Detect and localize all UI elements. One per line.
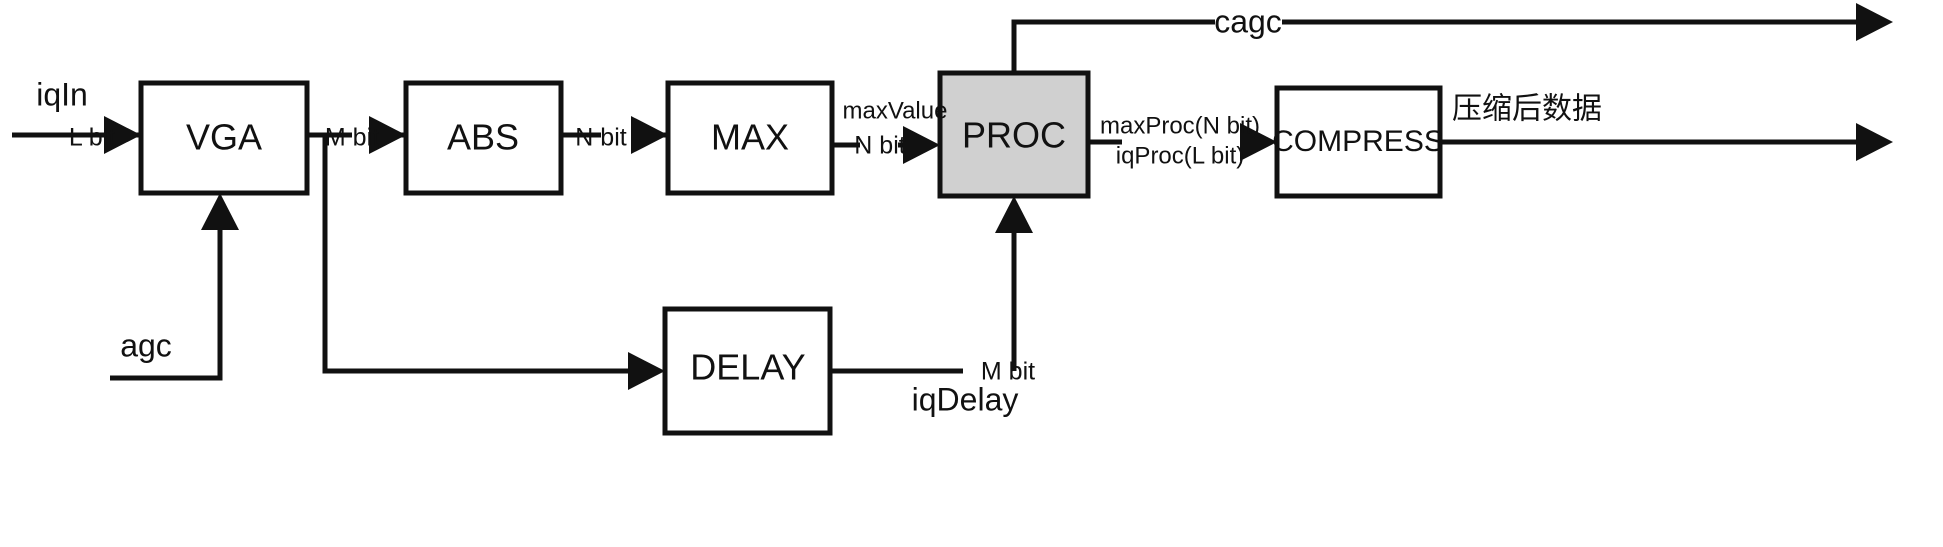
block-delay[interactable]: DELAY <box>662 306 833 436</box>
block-compress-label: COMPRESS <box>1272 125 1444 158</box>
label-compressed-output: 压缩后数据 <box>1452 92 1602 127</box>
label-cagc: cagc <box>1214 3 1282 39</box>
label-m-bit-vga-out: M bit <box>325 124 379 152</box>
block-proc-label: PROC <box>962 115 1066 156</box>
label-max-value: maxValue <box>843 97 948 124</box>
wire-compress-output <box>1440 123 1893 161</box>
block-delay-label: DELAY <box>690 347 805 388</box>
block-max-label: MAX <box>711 117 789 158</box>
block-vga-label: VGA <box>186 117 262 158</box>
label-iq-proc: iqProc(L bit) <box>1116 142 1244 169</box>
label-agc: agc <box>120 327 172 363</box>
block-abs[interactable]: ABS <box>403 80 564 196</box>
label-n-bit-abs-out: N bit <box>575 124 626 152</box>
block-max[interactable]: MAX <box>665 80 835 196</box>
wire-delay-to-proc <box>830 196 1033 374</box>
label-l-bit-in: L bit <box>69 124 115 152</box>
label-n-bit-max-out: N bit <box>854 132 905 160</box>
wire-cagc-feedback <box>1011 3 1893 73</box>
block-diagram-svg: VGA ABS MAX PROC COMPRESS DELAY iqIn L b… <box>12 3 1893 436</box>
label-iq-delay: iqDelay <box>912 381 1019 417</box>
label-max-proc: maxProc(N bit) <box>1100 112 1260 139</box>
block-proc[interactable]: PROC <box>937 70 1091 199</box>
label-iqin: iqIn <box>36 76 88 112</box>
block-abs-label: ABS <box>447 117 519 158</box>
block-diagram-canvas: VGA ABS MAX PROC COMPRESS DELAY iqIn L b… <box>0 0 1943 547</box>
block-compress[interactable]: COMPRESS <box>1272 85 1444 199</box>
block-vga[interactable]: VGA <box>138 80 310 196</box>
